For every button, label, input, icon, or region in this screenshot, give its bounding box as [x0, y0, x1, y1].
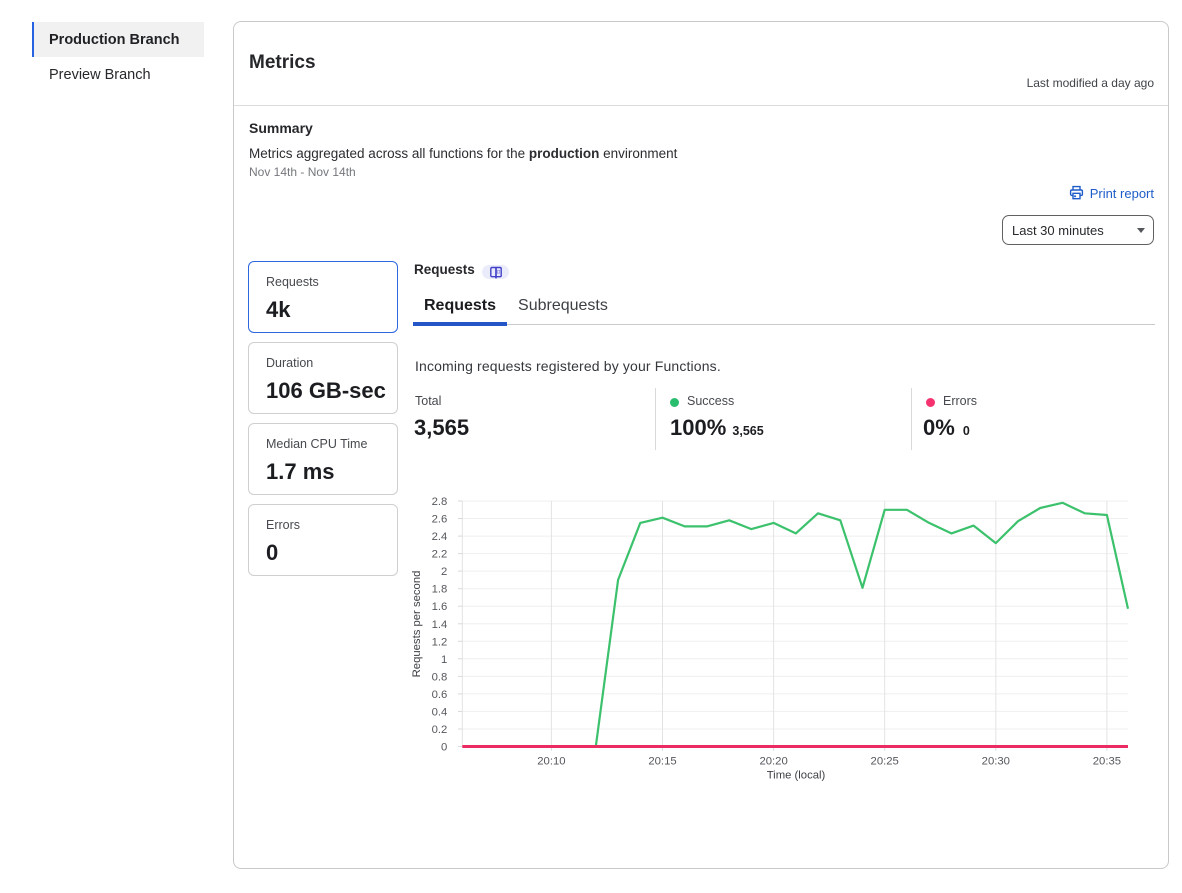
svg-text:0.4: 0.4	[432, 706, 448, 718]
svg-text:1.2: 1.2	[432, 636, 448, 648]
svg-text:2.4: 2.4	[432, 531, 448, 543]
svg-text:Time (local): Time (local)	[767, 770, 826, 782]
svg-text:20:20: 20:20	[759, 756, 787, 768]
svg-text:0.8: 0.8	[432, 671, 448, 683]
svg-text:20:35: 20:35	[1093, 756, 1121, 768]
svg-text:2.8: 2.8	[432, 496, 448, 508]
svg-text:20:10: 20:10	[537, 756, 565, 768]
svg-text:0.2: 0.2	[432, 724, 448, 736]
svg-text:20:15: 20:15	[648, 756, 676, 768]
svg-text:20:30: 20:30	[982, 756, 1010, 768]
svg-text:2.6: 2.6	[432, 514, 448, 526]
svg-text:1.6: 1.6	[432, 601, 448, 613]
svg-text:Requests per second: Requests per second	[411, 571, 423, 678]
svg-text:2.2: 2.2	[432, 549, 448, 561]
svg-text:0.6: 0.6	[432, 689, 448, 701]
svg-text:0: 0	[441, 742, 447, 754]
svg-text:2: 2	[441, 566, 447, 578]
svg-text:1.4: 1.4	[432, 619, 448, 631]
svg-text:1.8: 1.8	[432, 584, 448, 596]
svg-text:1: 1	[441, 654, 447, 666]
svg-text:20:25: 20:25	[871, 756, 899, 768]
